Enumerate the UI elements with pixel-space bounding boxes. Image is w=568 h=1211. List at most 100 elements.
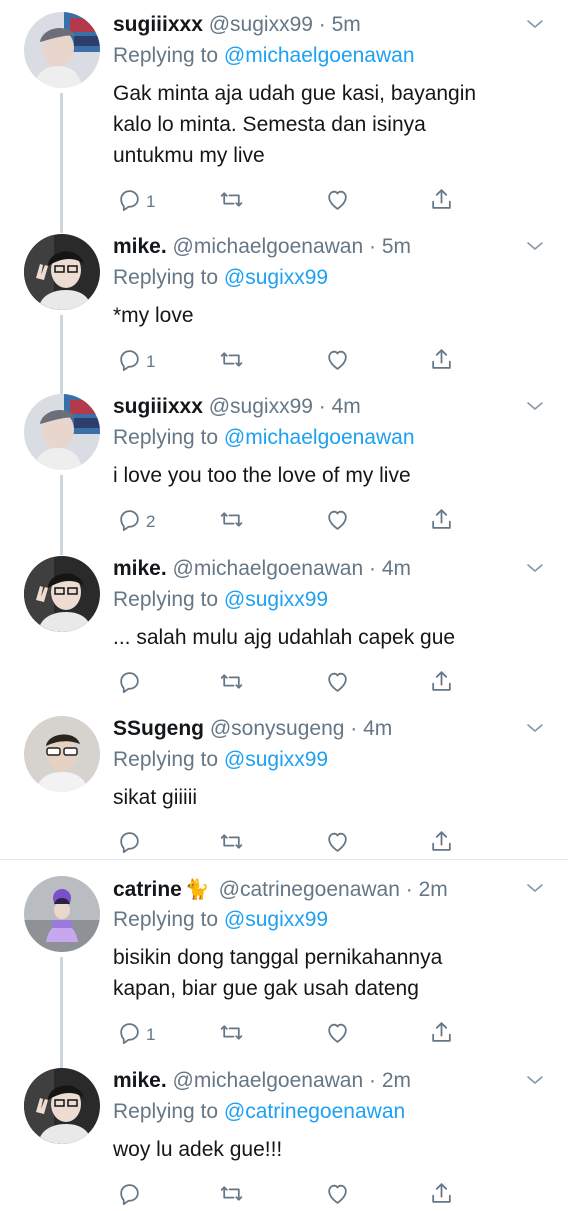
chevron-down-icon[interactable] xyxy=(524,13,546,35)
timestamp[interactable]: 4m xyxy=(382,557,411,580)
user-handle[interactable]: @sonysugeng xyxy=(210,717,345,740)
chevron-down-icon[interactable] xyxy=(524,395,546,417)
tweet[interactable]: mike. @michaelgoenawan · 5m Replying to … xyxy=(0,225,568,395)
timestamp[interactable]: 2m xyxy=(419,878,448,901)
tweet[interactable]: sugiiixxx @sugixx99 · 5m Replying to @mi… xyxy=(0,3,568,233)
tweet-actions: 1 xyxy=(113,349,473,375)
retweet-button[interactable] xyxy=(219,671,244,697)
display-name[interactable]: SSugeng xyxy=(113,717,204,740)
user-handle[interactable]: @sugixx99 xyxy=(209,395,313,418)
heart-icon xyxy=(325,1020,350,1050)
like-button[interactable] xyxy=(325,1183,350,1209)
timestamp[interactable]: 4m xyxy=(363,717,392,740)
reply-button[interactable]: 1 xyxy=(117,189,155,215)
mention-link[interactable]: @sugixx99 xyxy=(224,588,328,611)
cat-emoji: 🐈 xyxy=(184,879,210,901)
reply-button[interactable] xyxy=(117,1183,146,1209)
reply-button[interactable] xyxy=(117,831,146,857)
chevron-down-icon[interactable] xyxy=(524,877,546,899)
like-button[interactable] xyxy=(325,671,350,697)
display-name[interactable]: mike. xyxy=(113,1069,167,1092)
share-button[interactable] xyxy=(429,1022,454,1048)
retweet-button[interactable] xyxy=(219,509,244,535)
avatar[interactable] xyxy=(24,556,100,632)
replying-to-label: Replying to xyxy=(113,748,219,771)
reply-button[interactable]: 1 xyxy=(117,349,155,375)
like-button[interactable] xyxy=(325,1022,350,1048)
retweet-icon xyxy=(219,347,244,377)
thread-line xyxy=(60,93,63,233)
avatar[interactable] xyxy=(24,394,100,470)
tweet[interactable]: SSugeng @sonysugeng · 4m Replying to @su… xyxy=(0,707,568,857)
reply-button[interactable]: 1 xyxy=(117,1022,155,1048)
like-button[interactable] xyxy=(325,349,350,375)
reply-button[interactable]: 2 xyxy=(117,509,155,535)
tweet-text: Gak minta aja udah gue kasi, bayangin kal… xyxy=(113,78,533,171)
user-handle[interactable]: @michaelgoenawan xyxy=(173,235,364,258)
tweet[interactable]: mike. @michaelgoenawan · 2m Replying to … xyxy=(0,1059,568,1206)
share-button[interactable] xyxy=(429,349,454,375)
mention-link[interactable]: @michaelgoenawan xyxy=(224,44,415,67)
user-handle[interactable]: @michaelgoenawan xyxy=(173,557,364,580)
like-button[interactable] xyxy=(325,189,350,215)
chevron-down-icon[interactable] xyxy=(524,235,546,257)
user-handle[interactable]: @catrinegoenawan xyxy=(219,878,400,901)
display-name[interactable]: sugiiixxx xyxy=(113,395,203,418)
timestamp[interactable]: 5m xyxy=(332,13,361,36)
reply-count: 1 xyxy=(146,1025,156,1044)
display-name[interactable]: mike. xyxy=(113,557,167,580)
tweet[interactable]: catrine 🐈 @catrinegoenawan · 2m Replying … xyxy=(0,867,568,1075)
share-button[interactable] xyxy=(429,671,454,697)
display-name[interactable]: sugiiixxx xyxy=(113,13,203,36)
retweet-button[interactable] xyxy=(219,189,244,215)
replying-to-label: Replying to xyxy=(113,266,219,289)
share-button[interactable] xyxy=(429,831,454,857)
avatar[interactable] xyxy=(24,716,100,792)
avatar[interactable] xyxy=(24,876,100,952)
mention-link[interactable]: @sugixx99 xyxy=(224,266,328,289)
display-name[interactable]: catrine xyxy=(113,878,182,901)
timestamp[interactable]: 2m xyxy=(382,1069,411,1092)
avatar[interactable] xyxy=(24,234,100,310)
share-button[interactable] xyxy=(429,189,454,215)
chevron-down-icon[interactable] xyxy=(524,717,546,739)
reply-count: 2 xyxy=(146,512,156,531)
user-handle[interactable]: @michaelgoenawan xyxy=(173,1069,364,1092)
reply-count: 1 xyxy=(146,352,156,371)
retweet-button[interactable] xyxy=(219,831,244,857)
timestamp[interactable]: 5m xyxy=(382,235,411,258)
like-button[interactable] xyxy=(325,831,350,857)
share-icon xyxy=(429,1181,454,1211)
display-name[interactable]: mike. xyxy=(113,235,167,258)
tweet-text-line: Gak minta aja udah gue kasi, bayangin xyxy=(113,82,477,105)
divider xyxy=(0,859,568,860)
user-handle[interactable]: @sugixx99 xyxy=(209,13,313,36)
retweet-button[interactable] xyxy=(219,349,244,375)
mention-link[interactable]: @sugixx99 xyxy=(224,748,328,771)
retweet-button[interactable] xyxy=(219,1183,244,1209)
mention-link[interactable]: @catrinegoenawan xyxy=(224,1100,405,1123)
timestamp[interactable]: 4m xyxy=(332,395,361,418)
tweet-actions xyxy=(113,1183,473,1209)
tweet-text: bisikin dong tanggal pernikahannya kapan,… xyxy=(113,942,533,1004)
reply-button[interactable] xyxy=(117,671,146,697)
avatar[interactable] xyxy=(24,12,100,88)
tweet-text-line: bisikin dong tanggal pernikahannya xyxy=(113,946,443,969)
replying-to-label: Replying to xyxy=(113,426,219,449)
reply-icon xyxy=(117,669,142,699)
avatar[interactable] xyxy=(24,1068,100,1144)
replying-to-label: Replying to xyxy=(113,908,219,931)
chevron-down-icon[interactable] xyxy=(524,557,546,579)
mention-link[interactable]: @sugixx99 xyxy=(224,908,328,931)
separator-dot: · xyxy=(344,717,364,740)
share-button[interactable] xyxy=(429,509,454,535)
retweet-button[interactable] xyxy=(219,1022,244,1048)
tweet-header: catrine 🐈 @catrinegoenawan · 2m xyxy=(113,877,512,902)
tweet[interactable]: sugiiixxx @sugixx99 · 4m Replying to @mi… xyxy=(0,385,568,555)
share-button[interactable] xyxy=(429,1183,454,1209)
chevron-down-icon[interactable] xyxy=(524,1069,546,1091)
like-button[interactable] xyxy=(325,509,350,535)
tweet[interactable]: mike. @michaelgoenawan · 4m Replying to … xyxy=(0,547,568,707)
mention-link[interactable]: @michaelgoenawan xyxy=(224,426,415,449)
tweet-text-line: sikat giiiii xyxy=(113,786,198,809)
